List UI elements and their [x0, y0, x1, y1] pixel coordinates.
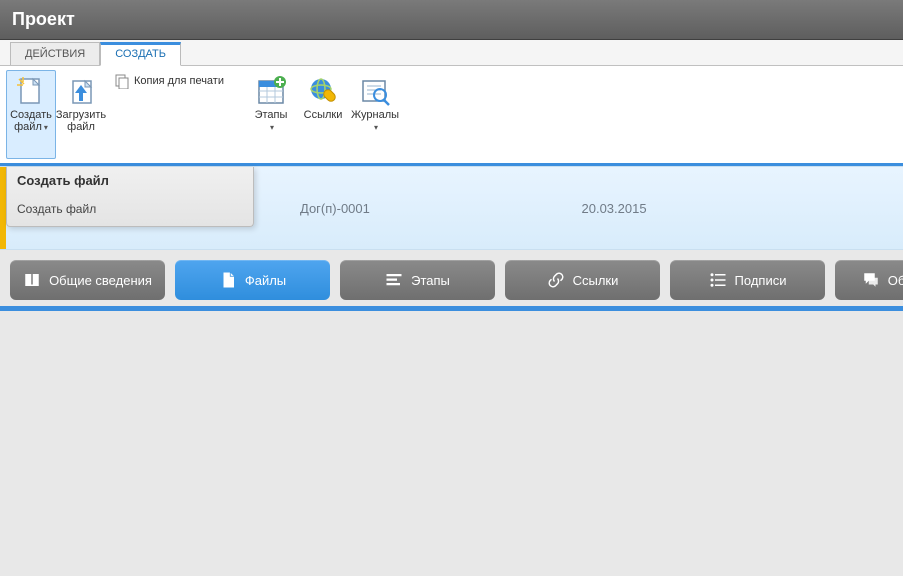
upload-file-button[interactable]: Загрузить файл	[56, 70, 106, 159]
navtab-discussions[interactable]: Обсуждения	[835, 260, 903, 300]
section-navtabs: Общие сведения Файлы Этапы Ссылки Подпис…	[0, 250, 903, 300]
create-file-button[interactable]: Создать файл	[6, 70, 56, 159]
dropdown-caret-icon	[372, 121, 378, 133]
titlebar: Проект	[0, 0, 903, 40]
print-copy-label: Копия для печати	[134, 75, 224, 87]
dropdown-caret-icon	[42, 121, 48, 133]
navtab-stages[interactable]: Этапы	[340, 260, 495, 300]
calendar-plus-icon	[255, 75, 287, 107]
tooltip-body: Создать файл	[17, 202, 243, 216]
create-file-label: Создать файл	[9, 109, 53, 133]
print-copy-button[interactable]: Копия для печати	[108, 70, 230, 92]
upload-file-icon	[65, 75, 97, 107]
navtab-general[interactable]: Общие сведения	[10, 260, 165, 300]
ribbon: Создать файл Загрузить файл Копия для пе…	[0, 66, 903, 166]
navtab-general-label: Общие сведения	[49, 273, 152, 288]
globe-link-icon	[307, 75, 339, 107]
stages-label: Этапы	[255, 109, 288, 133]
stages-button[interactable]: Этапы	[246, 70, 296, 159]
book-icon	[23, 271, 41, 289]
journal-search-icon	[359, 75, 391, 107]
navtab-stages-label: Этапы	[411, 273, 450, 288]
ribbon-group-file: Создать файл Загрузить файл	[6, 70, 106, 159]
links-button[interactable]: Ссылки	[298, 70, 348, 159]
tab-actions[interactable]: ДЕЙСТВИЯ	[10, 42, 100, 65]
file-icon	[219, 271, 237, 289]
navtab-signatures[interactable]: Подписи	[670, 260, 825, 300]
print-copy-icon	[114, 73, 130, 89]
app-title: Проект	[12, 9, 75, 30]
new-file-icon	[15, 75, 47, 107]
record-info-strip: Создать файл Создать файл Дог(п)-0001 20…	[0, 166, 903, 250]
stages-icon	[385, 271, 403, 289]
tooltip-title: Создать файл	[17, 173, 243, 188]
dropdown-caret-icon	[268, 121, 274, 133]
links-label: Ссылки	[304, 109, 343, 121]
navtab-files[interactable]: Файлы	[175, 260, 330, 300]
link-icon	[547, 271, 565, 289]
navtab-discussions-label: Обсуждения	[888, 273, 903, 288]
list-icon	[709, 271, 727, 289]
doc-number: Дог(п)-0001	[300, 201, 582, 216]
doc-date: 20.03.2015	[582, 201, 864, 216]
chat-icon	[862, 271, 880, 289]
navtab-links-label: Ссылки	[573, 273, 619, 288]
content-area	[0, 306, 903, 566]
tooltip-create-file: Создать файл Создать файл	[6, 167, 254, 227]
journals-label: Журналы	[351, 109, 399, 133]
navtab-links[interactable]: Ссылки	[505, 260, 660, 300]
upload-file-label: Загрузить файл	[56, 109, 106, 133]
navtab-signatures-label: Подписи	[735, 273, 787, 288]
ribbon-tabstrip: ДЕЙСТВИЯ СОЗДАТЬ	[0, 40, 903, 66]
tab-create[interactable]: СОЗДАТЬ	[100, 42, 181, 66]
journals-button[interactable]: Журналы	[350, 70, 400, 159]
navtab-files-label: Файлы	[245, 273, 286, 288]
